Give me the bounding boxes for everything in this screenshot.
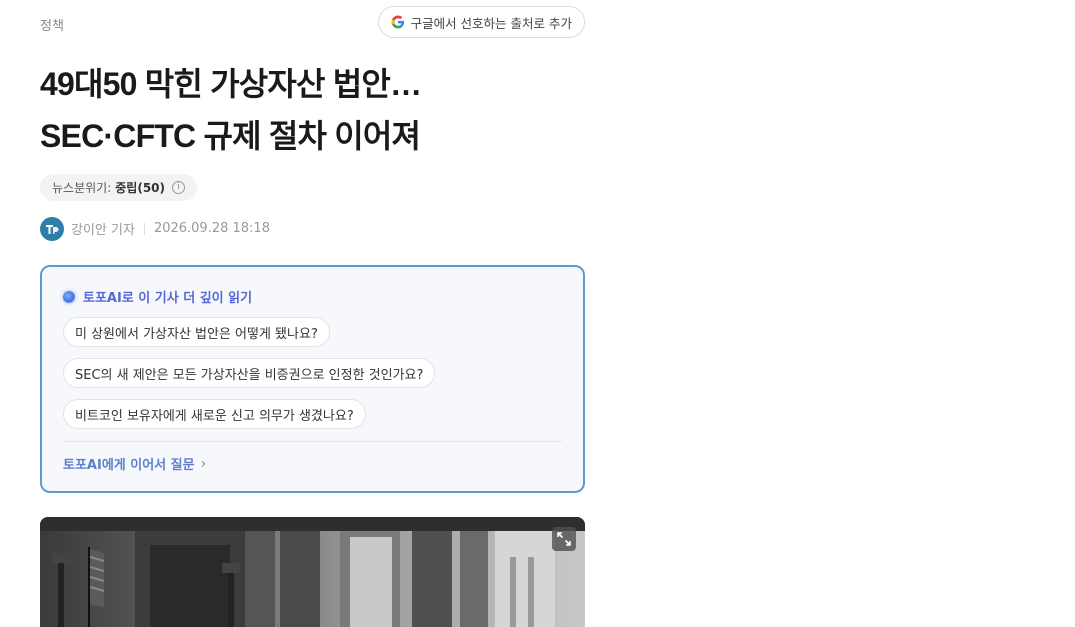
sparkle-icon bbox=[63, 290, 75, 303]
ai-panel-heading: 토포AI로 이 기사 더 깊이 읽기 bbox=[63, 287, 252, 306]
suggested-question-text: SEC의 새 제안은 모든 가상자산을 비증권으로 인정한 것인가요? bbox=[75, 367, 424, 383]
courtroom-photo-illustration bbox=[40, 517, 585, 627]
expand-icon bbox=[557, 532, 571, 546]
article-title-line-1: 49대50 막힌 가상자산 법안… bbox=[40, 66, 422, 102]
sentiment-label: 뉴스분위기: bbox=[52, 181, 112, 195]
article-topbar: 정책 구글에서 선호하는 출처로 추가 bbox=[40, 6, 585, 40]
article-title-line-2: SEC·CFTC 규제 절차 이어져 bbox=[40, 118, 421, 154]
suggested-question-text: 미 상원에서 가상자산 법안은 어떻게 됐나요? bbox=[75, 326, 318, 342]
publisher-logo-icon bbox=[46, 224, 59, 234]
article-photo[interactable] bbox=[40, 517, 585, 627]
publish-datetime: 2026.09.28 18:18 bbox=[153, 221, 270, 236]
suggested-question-2[interactable]: SEC의 새 제안은 모든 가상자산을 비증권으로 인정한 것인가요? bbox=[63, 358, 436, 388]
suggested-question-3[interactable]: 비트코인 보유자에게 새로운 신고 의무가 생겼나요? bbox=[63, 399, 366, 429]
article-title: 49대50 막힌 가상자산 법안… SEC·CFTC 규제 절차 이어져 bbox=[40, 58, 585, 162]
publisher-logo bbox=[40, 216, 64, 241]
ai-panel-heading-text: 토포AI로 이 기사 더 깊이 읽기 bbox=[83, 291, 253, 306]
ai-deep-read-panel: 토포AI로 이 기사 더 깊이 읽기 미 상원에서 가상자산 법안은 어떻게 됐… bbox=[40, 265, 585, 493]
byline-divider bbox=[143, 222, 145, 235]
ai-panel-divider bbox=[63, 441, 562, 442]
suggested-question-text: 비트코인 보유자에게 새로운 신고 의무가 생겼나요? bbox=[75, 408, 354, 424]
ai-follow-up-text: 토포AI에게 이어서 질문 bbox=[63, 458, 195, 473]
add-preferred-source-button[interactable]: 구글에서 선호하는 출처로 추가 bbox=[377, 6, 585, 38]
suggested-question-1[interactable]: 미 상원에서 가상자산 법안은 어떻게 됐나요? bbox=[63, 317, 330, 347]
chevron-right-icon: › bbox=[200, 455, 207, 472]
sentiment-value: 중립(50) bbox=[115, 181, 165, 195]
google-g-icon bbox=[391, 15, 404, 29]
byline: 강이안 기자 2026.09.28 18:18 bbox=[40, 216, 270, 241]
ai-follow-up-link[interactable]: 토포AI에게 이어서 질문 › bbox=[63, 454, 207, 474]
info-icon[interactable]: i bbox=[172, 181, 185, 194]
section-label[interactable]: 정책 bbox=[40, 15, 64, 34]
news-sentiment-badge: 뉴스분위기: 중립(50) i bbox=[40, 174, 197, 201]
expand-image-button[interactable] bbox=[552, 527, 576, 551]
add-preferred-source-label: 구글에서 선호하는 출처로 추가 bbox=[410, 15, 572, 31]
author-name[interactable]: 강이안 기자 bbox=[71, 219, 135, 238]
